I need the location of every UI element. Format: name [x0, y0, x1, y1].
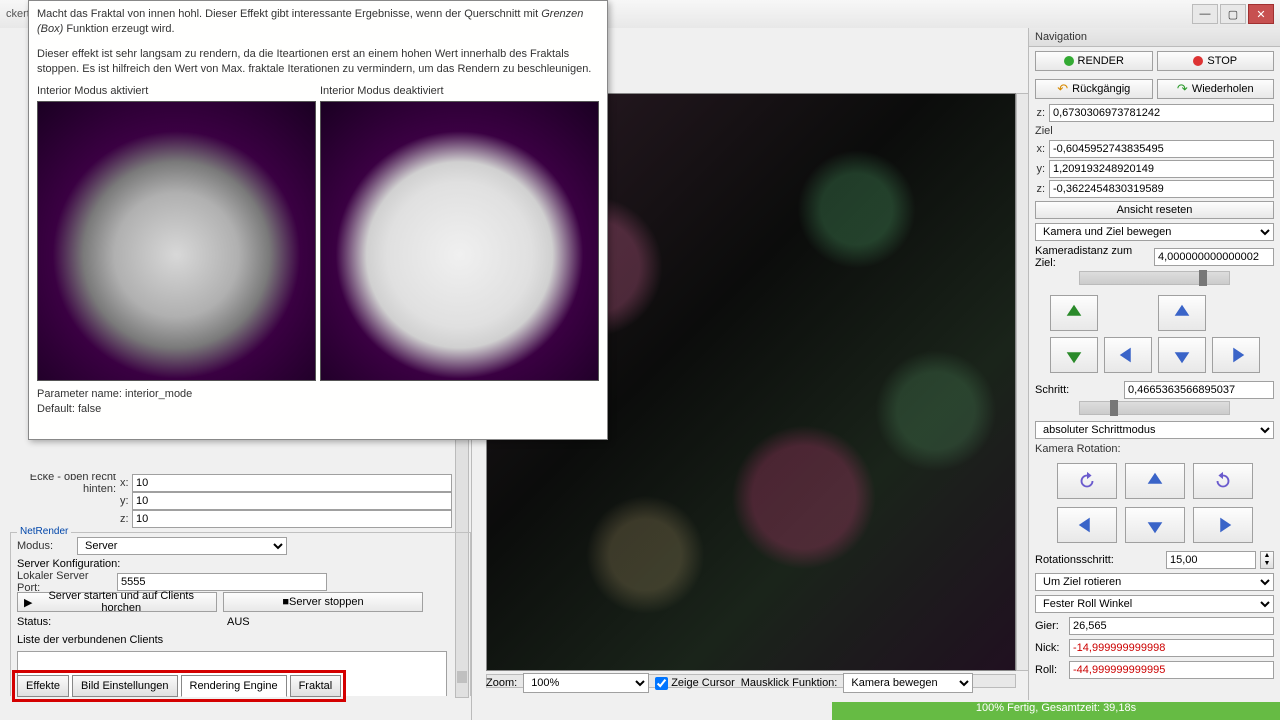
play-icon	[1064, 56, 1074, 66]
axis-x-label: x:	[120, 477, 132, 489]
zoom-select[interactable]: 100%	[523, 673, 649, 693]
maximize-button[interactable]: ▢	[1220, 4, 1246, 24]
corner-label: Ecke - oben recht hinten:	[10, 474, 120, 495]
corner-y-input[interactable]	[132, 492, 452, 510]
move-right-button[interactable]	[1212, 337, 1260, 373]
mouseclick-fn-label: Mausklick Funktion:	[741, 677, 838, 689]
rot-up-button[interactable]	[1125, 463, 1185, 499]
redo-button[interactable]: Wiederholen	[1157, 79, 1275, 99]
rotstep-input[interactable]	[1166, 551, 1256, 569]
target-z-input[interactable]	[1049, 180, 1274, 198]
stop-button[interactable]: STOP	[1157, 51, 1275, 71]
rotstep-spinner[interactable]: ▲▼	[1260, 551, 1274, 569]
move-fwd-button[interactable]	[1050, 295, 1098, 331]
move-left-button[interactable]	[1104, 337, 1152, 373]
rotation-grid	[1029, 457, 1280, 549]
status-text: 100% Fertig, Gesamtzeit: 39,18s	[832, 702, 1280, 720]
status-label: Status:	[17, 616, 77, 628]
status-bar: 100% Fertig, Gesamtzeit: 39,18s	[472, 702, 1280, 720]
corner-z-input[interactable]	[132, 510, 452, 528]
tab-rendering-engine[interactable]: Rendering Engine	[181, 675, 287, 697]
netrender-mode-select[interactable]: Server	[77, 537, 287, 555]
rot-down-button[interactable]	[1125, 507, 1185, 543]
rot-around-select[interactable]: Um Ziel rotieren	[1035, 573, 1274, 591]
rot-left-button[interactable]	[1057, 507, 1117, 543]
step-label: Schritt:	[1035, 384, 1120, 396]
close-button[interactable]: ✕	[1248, 4, 1274, 24]
reset-view-button[interactable]: Ansicht reseten	[1035, 201, 1274, 219]
rotation-label: Kamera Rotation:	[1029, 441, 1280, 457]
tab-image-settings[interactable]: Bild Einstellungen	[72, 675, 177, 697]
netrender-mode-label: Modus:	[17, 540, 77, 552]
server-stop-button[interactable]: ■ Server stoppen	[223, 592, 423, 612]
target-x-input[interactable]	[1049, 140, 1274, 158]
pitch-label: Nick:	[1035, 642, 1065, 654]
move-down-button[interactable]	[1158, 337, 1206, 373]
tooltip-image-on	[37, 101, 316, 381]
rotstep-label: Rotationsschritt:	[1035, 554, 1162, 566]
move-back-button[interactable]	[1050, 337, 1098, 373]
tooltip-default: Default: false	[37, 402, 599, 417]
undo-button[interactable]: Rückgängig	[1035, 79, 1153, 99]
help-tooltip: Macht das Fraktal von innen hohl. Dieser…	[28, 0, 608, 440]
camera-z-input[interactable]	[1049, 104, 1274, 122]
show-cursor-checkbox[interactable]: Zeige Cursor	[655, 677, 735, 690]
bottom-tabs-highlight: Effekte Bild Einstellungen Rendering Eng…	[12, 670, 346, 702]
camdist-input[interactable]	[1154, 248, 1274, 266]
stop-icon	[1193, 56, 1203, 66]
tab-fractal[interactable]: Fraktal	[290, 675, 342, 697]
zoom-label: Zoom:	[486, 677, 517, 689]
render-button[interactable]: RENDER	[1035, 51, 1153, 71]
move-arrow-grid	[1029, 289, 1280, 379]
move-up-button[interactable]	[1158, 295, 1206, 331]
roll-mode-select[interactable]: Fester Roll Winkel	[1035, 595, 1274, 613]
server-config-label: Server Konfiguration:	[17, 558, 120, 570]
rot-cw-button[interactable]	[1193, 463, 1253, 499]
navigation-title: Navigation	[1029, 28, 1280, 47]
yaw-input[interactable]	[1069, 617, 1274, 635]
yaw-label: Gier:	[1035, 620, 1065, 632]
camdist-slider[interactable]	[1079, 271, 1230, 285]
pitch-input[interactable]	[1069, 639, 1274, 657]
camdist-label: Kameradistanz zum Ziel:	[1035, 245, 1150, 269]
axis-z-label: z:	[120, 513, 132, 525]
move-mode-select[interactable]: Kamera und Ziel bewegen	[1035, 223, 1274, 241]
corner-x-input[interactable]	[132, 474, 452, 492]
target-label: Ziel	[1029, 123, 1280, 139]
tab-effects[interactable]: Effekte	[17, 675, 69, 697]
roll-label: Roll:	[1035, 664, 1065, 676]
server-port-input[interactable]	[117, 573, 327, 591]
axis-y-label: y:	[120, 495, 132, 507]
step-slider[interactable]	[1079, 401, 1230, 415]
navigation-panel: Navigation RENDER STOP Rückgängig Wieder…	[1028, 28, 1280, 700]
tooltip-param-name: Parameter name: interior_mode	[37, 387, 599, 402]
minimize-button[interactable]: —	[1192, 4, 1218, 24]
target-y-input[interactable]	[1049, 160, 1274, 178]
clients-list-label: Liste der verbundenen Clients	[17, 634, 163, 646]
undo-icon	[1057, 81, 1068, 97]
rot-right-button[interactable]	[1193, 507, 1253, 543]
server-start-button[interactable]: ▶ Server starten und auf Clients horchen	[17, 592, 217, 612]
mouseclick-fn-select[interactable]: Kamera bewegen	[843, 673, 973, 693]
status-value: AUS	[227, 616, 250, 628]
roll-input[interactable]	[1069, 661, 1274, 679]
step-mode-select[interactable]: absoluter Schrittmodus	[1035, 421, 1274, 439]
step-input[interactable]	[1124, 381, 1274, 399]
tooltip-caption-off: Interior Modus deaktiviert	[320, 82, 599, 101]
netrender-legend: NetRender	[17, 526, 71, 537]
tooltip-image-off	[320, 101, 599, 381]
rot-ccw-button[interactable]	[1057, 463, 1117, 499]
tooltip-caption-on: Interior Modus aktiviert	[37, 82, 316, 101]
redo-icon	[1177, 81, 1188, 97]
